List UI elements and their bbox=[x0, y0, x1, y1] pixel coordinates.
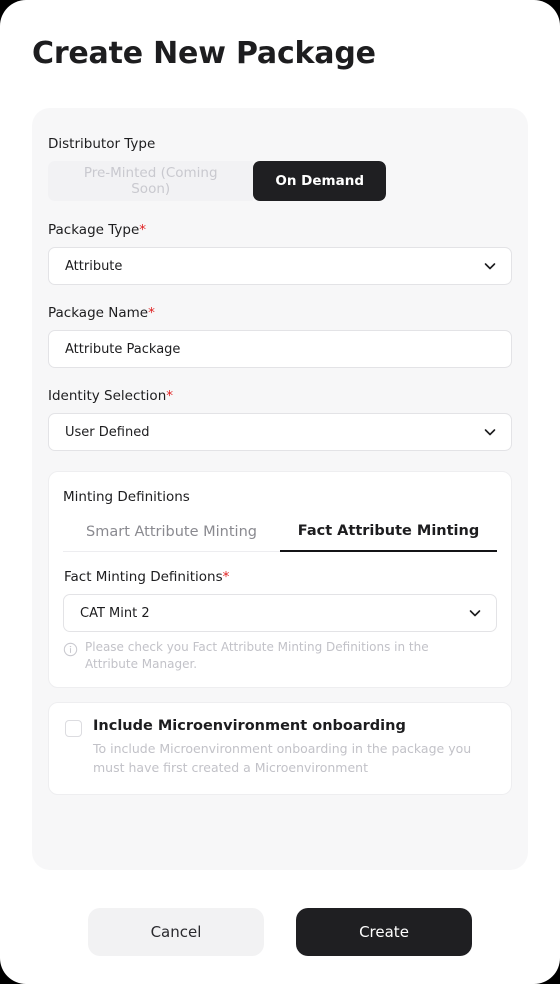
minting-definitions-card: Minting Definitions Smart Attribute Mint… bbox=[48, 471, 512, 688]
create-package-page: Create New Package Distributor Type Pre-… bbox=[0, 0, 560, 984]
minting-hint: Please check you Fact Attribute Minting … bbox=[63, 639, 497, 673]
package-type-value: Attribute bbox=[65, 258, 123, 274]
distributor-type-toggle-group[interactable]: Pre-Minted (Coming Soon) On Demand bbox=[48, 161, 386, 201]
package-form-card: Distributor Type Pre-Minted (Coming Soon… bbox=[32, 108, 528, 870]
cancel-button[interactable]: Cancel bbox=[88, 908, 264, 956]
include-microenvironment-checkbox[interactable] bbox=[65, 720, 82, 737]
microenvironment-row: Include Microenvironment onboarding To i… bbox=[65, 718, 495, 777]
minting-tabs: Smart Attribute Minting Fact Attribute M… bbox=[63, 523, 497, 552]
create-button[interactable]: Create bbox=[296, 908, 472, 956]
distributor-option-on-demand[interactable]: On Demand bbox=[253, 161, 386, 201]
identity-selection-label: Identity Selection* bbox=[48, 388, 512, 404]
identity-selection-label-text: Identity Selection bbox=[48, 388, 167, 404]
identity-selection-select[interactable]: User Defined bbox=[48, 413, 512, 451]
fact-minting-definitions-select[interactable]: CAT Mint 2 bbox=[63, 594, 497, 632]
minting-hint-text: Please check you Fact Attribute Minting … bbox=[85, 640, 429, 671]
chevron-down-icon bbox=[483, 425, 497, 439]
microenvironment-card: Include Microenvironment onboarding To i… bbox=[48, 702, 512, 795]
chevron-down-icon bbox=[483, 259, 497, 273]
package-type-label: Package Type* bbox=[48, 222, 512, 238]
distributor-type-label: Distributor Type bbox=[48, 136, 156, 152]
chevron-down-icon bbox=[468, 606, 482, 620]
identity-selection-required-marker: * bbox=[166, 388, 173, 404]
package-type-select[interactable]: Attribute bbox=[48, 247, 512, 285]
microenvironment-title: Include Microenvironment onboarding bbox=[93, 718, 406, 734]
minting-definitions-heading: Minting Definitions bbox=[63, 489, 190, 505]
page-title: Create New Package bbox=[32, 36, 376, 71]
fact-minting-definitions-value: CAT Mint 2 bbox=[80, 605, 150, 621]
footer-actions: Cancel Create bbox=[0, 908, 560, 956]
distributor-option-pre-minted[interactable]: Pre-Minted (Coming Soon) bbox=[48, 161, 254, 201]
identity-selection-value: User Defined bbox=[65, 424, 150, 440]
package-name-input[interactable]: Attribute Package bbox=[48, 330, 512, 368]
package-name-required-marker: * bbox=[148, 305, 155, 321]
fact-minting-definitions-label-text: Fact Minting Definitions bbox=[64, 569, 223, 585]
fact-minting-definitions-label: Fact Minting Definitions* bbox=[64, 569, 497, 585]
microenvironment-description: To include Microenvironment onboarding i… bbox=[93, 741, 472, 775]
package-type-required-marker: * bbox=[139, 222, 147, 238]
package-type-label-text: Package Type bbox=[48, 222, 140, 238]
tab-smart-attribute-minting[interactable]: Smart Attribute Minting bbox=[63, 523, 280, 552]
microenvironment-text-block: Include Microenvironment onboarding To i… bbox=[93, 718, 493, 777]
tab-fact-attribute-minting[interactable]: Fact Attribute Minting bbox=[280, 523, 497, 552]
fact-minting-required-marker: * bbox=[222, 569, 230, 585]
info-icon bbox=[63, 642, 78, 657]
package-name-value: Attribute Package bbox=[65, 341, 181, 357]
package-name-label-text: Package Name bbox=[48, 305, 149, 321]
package-name-label: Package Name* bbox=[48, 305, 512, 321]
